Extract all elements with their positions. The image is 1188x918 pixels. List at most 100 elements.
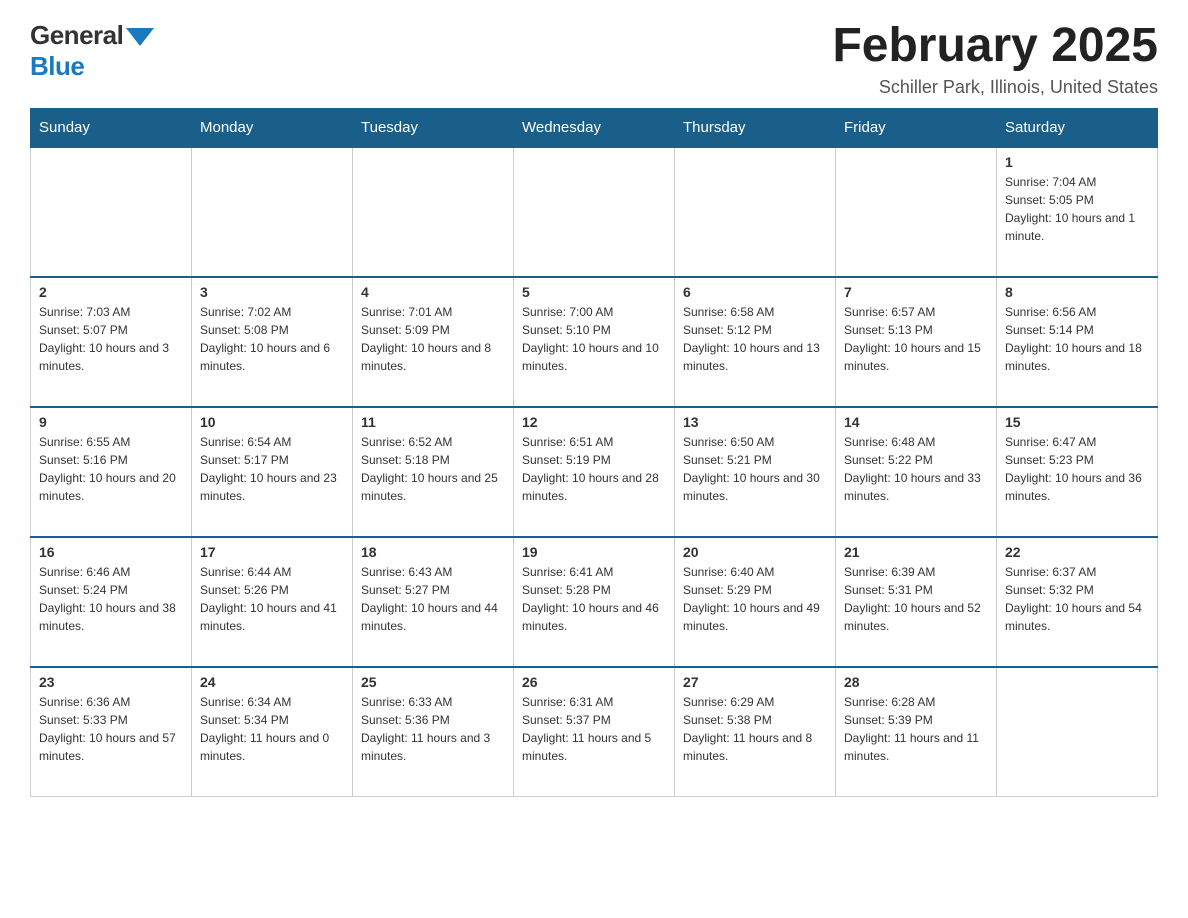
day-info: Sunrise: 6:57 AMSunset: 5:13 PMDaylight:… [844,303,988,375]
day-number: 13 [683,414,827,430]
day-info: Sunrise: 7:04 AMSunset: 5:05 PMDaylight:… [1005,173,1149,245]
day-info: Sunrise: 7:01 AMSunset: 5:09 PMDaylight:… [361,303,505,375]
calendar-header: SundayMondayTuesdayWednesdayThursdayFrid… [31,108,1158,147]
calendar-cell: 13 Sunrise: 6:50 AMSunset: 5:21 PMDayligh… [675,407,836,537]
day-info: Sunrise: 6:44 AMSunset: 5:26 PMDaylight:… [200,563,344,635]
weekday-header-tuesday: Tuesday [353,108,514,147]
calendar-cell: 10 Sunrise: 6:54 AMSunset: 5:17 PMDayligh… [192,407,353,537]
day-number: 3 [200,284,344,300]
calendar-cell: 12Sunrise: 6:51 AMSunset: 5:19 PMDayligh… [514,407,675,537]
calendar-cell: 2 Sunrise: 7:03 AMSunset: 5:07 PMDaylight… [31,277,192,407]
day-number: 1 [1005,154,1149,170]
calendar-cell: 6Sunrise: 6:58 AMSunset: 5:12 PMDaylight… [675,277,836,407]
calendar-week-3: 9 Sunrise: 6:55 AMSunset: 5:16 PMDaylight… [31,407,1158,537]
calendar-cell: 18 Sunrise: 6:43 AMSunset: 5:27 PMDayligh… [353,537,514,667]
day-number: 15 [1005,414,1149,430]
weekday-header-monday: Monday [192,108,353,147]
day-info: Sunrise: 6:54 AMSunset: 5:17 PMDaylight:… [200,433,344,505]
calendar-cell: 5Sunrise: 7:00 AMSunset: 5:10 PMDaylight… [514,277,675,407]
calendar-cell [514,147,675,277]
calendar-cell: 11 Sunrise: 6:52 AMSunset: 5:18 PMDayligh… [353,407,514,537]
day-info: Sunrise: 6:41 AMSunset: 5:28 PMDaylight:… [522,563,666,635]
weekday-header-thursday: Thursday [675,108,836,147]
day-number: 10 [200,414,344,430]
page-header: General Blue February 2025 Schiller Park… [30,20,1158,98]
calendar-body: 1 Sunrise: 7:04 AMSunset: 5:05 PMDaylight… [31,147,1158,797]
day-info: Sunrise: 6:48 AMSunset: 5:22 PMDaylight:… [844,433,988,505]
calendar-subtitle: Schiller Park, Illinois, United States [832,77,1158,98]
day-number: 21 [844,544,988,560]
day-number: 11 [361,414,505,430]
logo-blue-text: Blue [30,51,84,82]
day-info: Sunrise: 6:37 AMSunset: 5:32 PMDaylight:… [1005,563,1149,635]
day-number: 28 [844,674,988,690]
calendar-cell: 17Sunrise: 6:44 AMSunset: 5:26 PMDayligh… [192,537,353,667]
calendar-cell: 27 Sunrise: 6:29 AMSunset: 5:38 PMDayligh… [675,667,836,797]
day-info: Sunrise: 6:55 AMSunset: 5:16 PMDaylight:… [39,433,183,505]
calendar-cell: 8Sunrise: 6:56 AMSunset: 5:14 PMDaylight… [997,277,1158,407]
weekday-header-saturday: Saturday [997,108,1158,147]
day-info: Sunrise: 6:52 AMSunset: 5:18 PMDaylight:… [361,433,505,505]
calendar-cell: 23 Sunrise: 6:36 AMSunset: 5:33 PMDayligh… [31,667,192,797]
day-number: 9 [39,414,183,430]
calendar-cell: 21 Sunrise: 6:39 AMSunset: 5:31 PMDayligh… [836,537,997,667]
calendar-cell: 9 Sunrise: 6:55 AMSunset: 5:16 PMDaylight… [31,407,192,537]
calendar-table: SundayMondayTuesdayWednesdayThursdayFrid… [30,108,1158,798]
day-info: Sunrise: 6:46 AMSunset: 5:24 PMDaylight:… [39,563,183,635]
calendar-week-2: 2 Sunrise: 7:03 AMSunset: 5:07 PMDaylight… [31,277,1158,407]
day-info: Sunrise: 6:51 AMSunset: 5:19 PMDaylight:… [522,433,666,505]
calendar-cell [997,667,1158,797]
day-info: Sunrise: 7:02 AMSunset: 5:08 PMDaylight:… [200,303,344,375]
day-info: Sunrise: 6:50 AMSunset: 5:21 PMDaylight:… [683,433,827,505]
day-number: 18 [361,544,505,560]
calendar-cell: 7 Sunrise: 6:57 AMSunset: 5:13 PMDaylight… [836,277,997,407]
day-info: Sunrise: 7:03 AMSunset: 5:07 PMDaylight:… [39,303,183,375]
calendar-cell [31,147,192,277]
calendar-cell [192,147,353,277]
calendar-cell: 24Sunrise: 6:34 AMSunset: 5:34 PMDayligh… [192,667,353,797]
calendar-cell: 20 Sunrise: 6:40 AMSunset: 5:29 PMDayligh… [675,537,836,667]
calendar-week-5: 23 Sunrise: 6:36 AMSunset: 5:33 PMDayligh… [31,667,1158,797]
day-number: 7 [844,284,988,300]
day-info: Sunrise: 6:36 AMSunset: 5:33 PMDaylight:… [39,693,183,765]
day-info: Sunrise: 6:33 AMSunset: 5:36 PMDaylight:… [361,693,505,765]
day-info: Sunrise: 6:34 AMSunset: 5:34 PMDaylight:… [200,693,344,765]
day-number: 19 [522,544,666,560]
calendar-cell: 1 Sunrise: 7:04 AMSunset: 5:05 PMDaylight… [997,147,1158,277]
title-block: February 2025 Schiller Park, Illinois, U… [832,20,1158,98]
logo: General Blue [30,20,154,82]
day-number: 25 [361,674,505,690]
logo-general-text: General [30,20,123,51]
day-number: 27 [683,674,827,690]
day-number: 2 [39,284,183,300]
day-number: 16 [39,544,183,560]
weekday-header-sunday: Sunday [31,108,192,147]
calendar-cell [836,147,997,277]
day-info: Sunrise: 6:29 AMSunset: 5:38 PMDaylight:… [683,693,827,765]
calendar-cell [675,147,836,277]
day-info: Sunrise: 6:56 AMSunset: 5:14 PMDaylight:… [1005,303,1149,375]
day-number: 23 [39,674,183,690]
logo-arrow-icon [126,28,154,46]
calendar-cell: 22 Sunrise: 6:37 AMSunset: 5:32 PMDayligh… [997,537,1158,667]
calendar-cell: 26Sunrise: 6:31 AMSunset: 5:37 PMDayligh… [514,667,675,797]
weekday-header-wednesday: Wednesday [514,108,675,147]
calendar-cell: 19 Sunrise: 6:41 AMSunset: 5:28 PMDayligh… [514,537,675,667]
day-info: Sunrise: 6:28 AMSunset: 5:39 PMDaylight:… [844,693,988,765]
calendar-cell: 28 Sunrise: 6:28 AMSunset: 5:39 PMDayligh… [836,667,997,797]
calendar-cell: 14 Sunrise: 6:48 AMSunset: 5:22 PMDayligh… [836,407,997,537]
day-info: Sunrise: 6:39 AMSunset: 5:31 PMDaylight:… [844,563,988,635]
day-number: 22 [1005,544,1149,560]
day-info: Sunrise: 6:43 AMSunset: 5:27 PMDaylight:… [361,563,505,635]
day-number: 20 [683,544,827,560]
calendar-week-1: 1 Sunrise: 7:04 AMSunset: 5:05 PMDaylight… [31,147,1158,277]
calendar-cell: 4 Sunrise: 7:01 AMSunset: 5:09 PMDaylight… [353,277,514,407]
day-number: 5 [522,284,666,300]
day-info: Sunrise: 6:40 AMSunset: 5:29 PMDaylight:… [683,563,827,635]
calendar-cell: 25 Sunrise: 6:33 AMSunset: 5:36 PMDayligh… [353,667,514,797]
weekday-header-friday: Friday [836,108,997,147]
day-number: 26 [522,674,666,690]
day-number: 4 [361,284,505,300]
day-number: 14 [844,414,988,430]
calendar-cell: 3 Sunrise: 7:02 AMSunset: 5:08 PMDaylight… [192,277,353,407]
